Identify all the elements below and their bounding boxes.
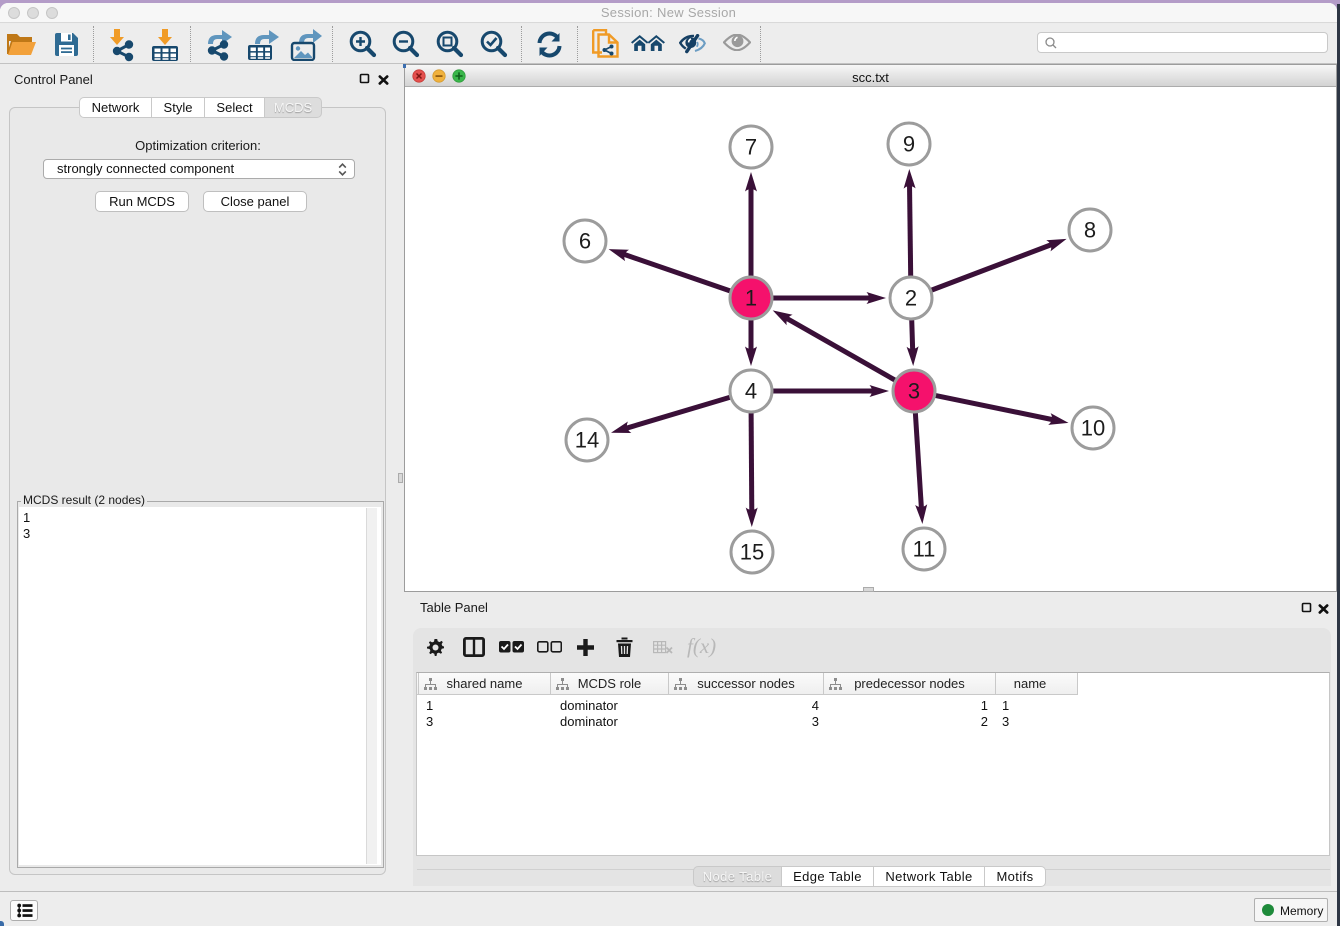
svg-text:7: 7 [745, 135, 757, 160]
svg-text:8: 8 [1084, 218, 1096, 243]
svg-text:3: 3 [908, 379, 920, 404]
svg-text:1: 1 [745, 286, 757, 311]
svg-text:10: 10 [1081, 416, 1105, 441]
svg-text:11: 11 [913, 537, 936, 562]
svg-text:4: 4 [745, 379, 757, 404]
svg-text:9: 9 [903, 132, 915, 157]
svg-text:15: 15 [740, 540, 764, 565]
svg-text:2: 2 [905, 286, 917, 311]
svg-text:6: 6 [579, 229, 591, 254]
svg-text:14: 14 [575, 428, 599, 453]
